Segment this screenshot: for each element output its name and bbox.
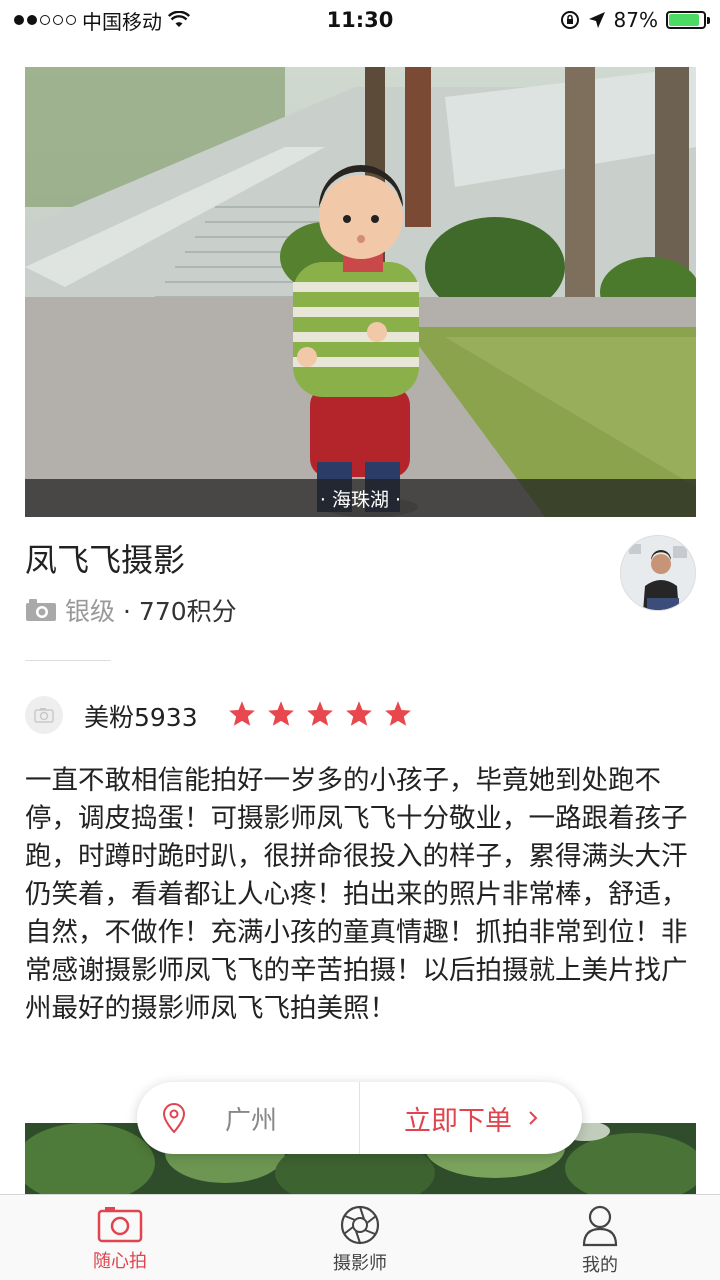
- tab-label: 摄影师: [333, 1253, 387, 1274]
- tab-mine[interactable]: 我的: [480, 1195, 720, 1280]
- photographer-level: 银级: [65, 597, 116, 626]
- aperture-icon: [340, 1205, 380, 1245]
- location-caption: · 海珠湖 ·: [25, 479, 696, 517]
- location-selector[interactable]: 广州: [137, 1082, 360, 1154]
- star-icon: [229, 701, 255, 726]
- star-icon: [346, 701, 372, 726]
- reviewer-avatar: [25, 696, 63, 734]
- bottom-tab-bar: 随心拍 摄影师 我的: [0, 1194, 720, 1280]
- reviewer-username: 美粉5933: [84, 703, 198, 732]
- city-label: 广州: [225, 1105, 278, 1136]
- status-time: 11:30: [326, 8, 394, 32]
- photographer-points: · 770积分: [123, 597, 237, 626]
- battery-icon: [665, 11, 710, 29]
- photographer-avatar[interactable]: [620, 535, 696, 611]
- star-icon: [268, 701, 294, 726]
- carrier-name: 中国移动: [82, 9, 162, 34]
- rating-stars: [228, 700, 412, 727]
- location-pin-icon: [163, 1103, 185, 1133]
- hero-photo-image: [25, 67, 696, 517]
- status-bar: 中国移动 11:30 87%: [0, 0, 720, 40]
- tab-label: 我的: [582, 1255, 618, 1276]
- tab-photographer[interactable]: 摄影师: [240, 1195, 480, 1280]
- camera-level-icon: [26, 599, 56, 621]
- review-text: 一直不敢相信能拍好一岁多的小孩子，毕竟她到处跑不停，调皮捣蛋！可摄影师凤飞飞十分…: [25, 765, 688, 1024]
- section-divider: [25, 660, 111, 661]
- person-icon: [582, 1205, 618, 1247]
- star-icon: [307, 701, 333, 726]
- hero-photo[interactable]: · 海珠湖 ·: [25, 67, 696, 517]
- star-icon: [385, 701, 411, 726]
- floating-order-bar: 广州 立即下单: [137, 1082, 582, 1154]
- tab-label: 随心拍: [93, 1251, 147, 1272]
- photographer-name[interactable]: 凤飞飞摄影: [25, 535, 185, 581]
- wifi-icon: [168, 11, 190, 27]
- photographer-meta: 银级 · 770积分: [25, 592, 237, 628]
- chevron-right-icon: [529, 1111, 538, 1125]
- rotation-lock-icon: [560, 11, 579, 29]
- battery-percent: 87%: [613, 8, 658, 32]
- photographer-avatar-image: [621, 536, 695, 610]
- default-avatar-camera-icon: [34, 708, 54, 723]
- camera-icon: [97, 1207, 143, 1243]
- tab-suixinpai[interactable]: 随心拍: [0, 1195, 240, 1280]
- order-now-button[interactable]: 立即下单: [360, 1099, 582, 1138]
- signal-strength-icon: [14, 15, 76, 25]
- order-now-label: 立即下单: [404, 1105, 512, 1137]
- location-arrow-icon: [588, 12, 605, 28]
